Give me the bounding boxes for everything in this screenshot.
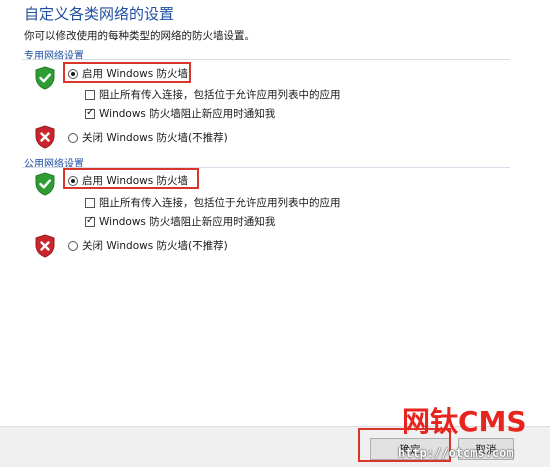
shield-x-icon [35, 234, 55, 258]
private-notify-checkbox[interactable] [85, 107, 95, 119]
private-notify-label: Windows 防火墙阻止新应用时通知我 [99, 108, 276, 120]
page-title: 自定义各类网络的设置 [24, 5, 175, 23]
private-notify-option[interactable]: Windows 防火墙阻止新应用时通知我 [85, 106, 275, 121]
shield-check-icon [35, 66, 55, 90]
private-block-all-label: 阻止所有传入连接，包括位于允许应用列表中的应用 [99, 89, 341, 101]
page-subtitle: 你可以修改使用的每种类型的网络的防火墙设置。 [24, 30, 255, 42]
public-block-all-option[interactable]: 阻止所有传入连接，包括位于允许应用列表中的应用 [85, 195, 341, 210]
private-block-all-option[interactable]: 阻止所有传入连接，包括位于允许应用列表中的应用 [85, 87, 341, 102]
shield-check-icon [35, 172, 55, 196]
public-block-all-checkbox[interactable] [85, 197, 95, 208]
watermark-url: http://otcms.com [398, 446, 514, 460]
public-block-all-label: 阻止所有传入连接，包括位于允许应用列表中的应用 [99, 197, 341, 209]
private-disable-label: 关闭 Windows 防火墙(不推荐) [82, 132, 228, 144]
private-disable-firewall-option[interactable]: 关闭 Windows 防火墙(不推荐) [68, 130, 228, 145]
public-disable-radio[interactable] [68, 240, 78, 251]
private-enable-radio[interactable] [68, 68, 78, 79]
watermark-logo: 网钛CMS [402, 405, 527, 438]
shield-x-icon [35, 125, 55, 149]
public-enable-firewall-option[interactable]: 启用 Windows 防火墙 [68, 173, 188, 188]
private-enable-firewall-option[interactable]: 启用 Windows 防火墙 [68, 66, 188, 81]
public-disable-firewall-option[interactable]: 关闭 Windows 防火墙(不推荐) [68, 238, 228, 253]
public-notify-checkbox[interactable] [85, 215, 95, 227]
public-notify-label: Windows 防火墙阻止新应用时通知我 [99, 216, 276, 228]
private-disable-radio[interactable] [68, 132, 78, 143]
private-network-divider [22, 59, 510, 60]
private-block-all-checkbox[interactable] [85, 89, 95, 100]
public-enable-label: 启用 Windows 防火墙 [82, 175, 189, 187]
public-notify-option[interactable]: Windows 防火墙阻止新应用时通知我 [85, 214, 275, 229]
public-disable-label: 关闭 Windows 防火墙(不推荐) [82, 240, 228, 252]
public-enable-radio[interactable] [68, 175, 78, 186]
private-enable-label: 启用 Windows 防火墙 [82, 68, 189, 80]
